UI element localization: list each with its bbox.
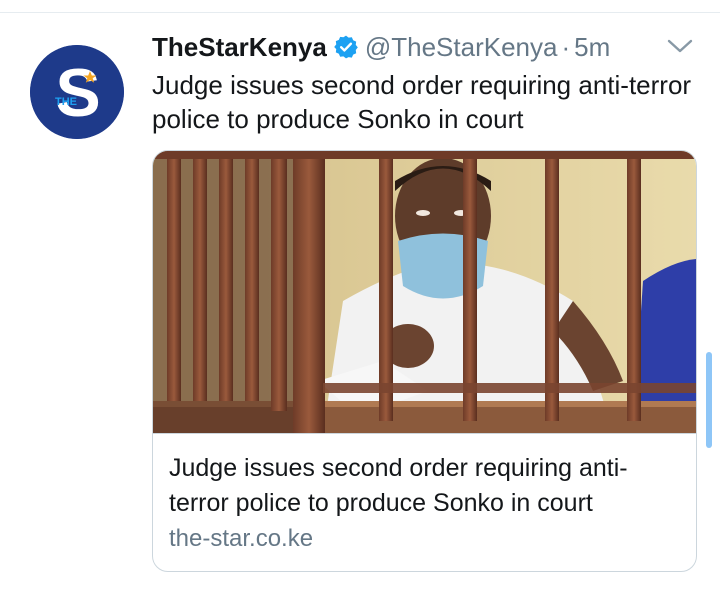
tweet-text: Judge issues second order requiring anti… [152, 70, 692, 134]
star-logo-icon: S THE [30, 45, 124, 139]
avatar-small-text: THE [55, 96, 77, 108]
avatar-letter: S [55, 55, 100, 131]
card-title: Judge issues second order requiring anti… [169, 454, 628, 517]
handle[interactable]: @TheStarKenya [365, 32, 558, 62]
verified-badge-icon [333, 34, 359, 68]
avatar[interactable]: S THE [30, 45, 124, 139]
top-divider [0, 0, 720, 13]
chevron-down-icon[interactable] [666, 36, 694, 58]
link-card[interactable]: Judge issues second order requiring anti… [152, 150, 697, 572]
display-name[interactable]: TheStarKenya [152, 32, 327, 62]
card-image [153, 151, 696, 434]
timestamp[interactable]: 5m [574, 32, 610, 62]
card-domain: the-star.co.ke [169, 525, 314, 552]
scrollbar[interactable] [706, 352, 712, 448]
separator-dot: · [561, 32, 571, 62]
tweet-header: TheStarKenya @TheStarKenya · 5m [152, 30, 697, 66]
